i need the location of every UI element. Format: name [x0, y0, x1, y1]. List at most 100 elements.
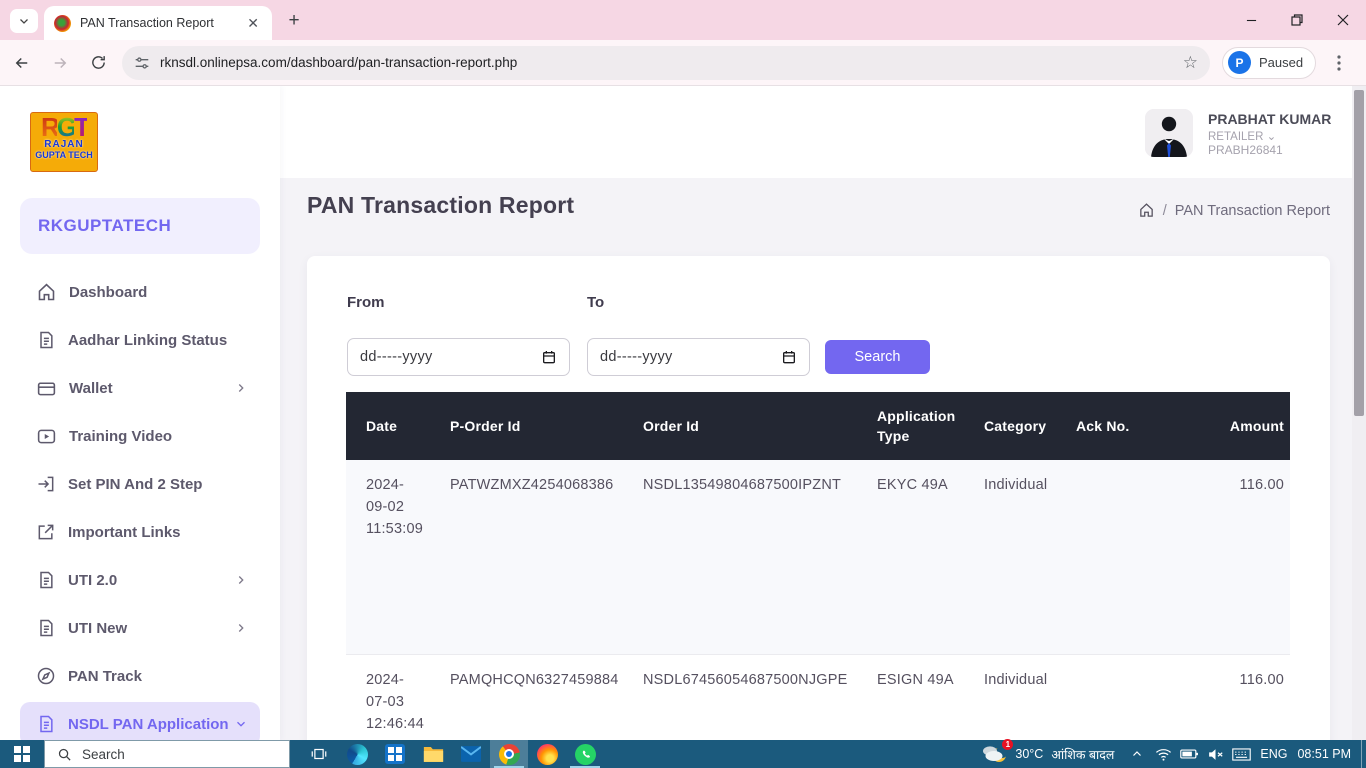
- file-explorer-button[interactable]: [414, 740, 452, 768]
- scrollbar-thumb[interactable]: [1354, 90, 1364, 416]
- document-icon: [36, 618, 56, 638]
- to-date-input[interactable]: dd-----yyyy: [587, 338, 810, 376]
- tab-close-icon[interactable]: ✕: [244, 15, 262, 32]
- mail-button[interactable]: [452, 740, 490, 768]
- taskbar-search[interactable]: Search: [44, 740, 290, 768]
- browser-tab[interactable]: PAN Transaction Report ✕: [44, 6, 272, 40]
- task-view-icon: [310, 745, 328, 763]
- start-button[interactable]: [0, 740, 44, 768]
- table-row: 2024-07-03 12:46:44 PAMQHCQN6327459884 N…: [346, 655, 1290, 740]
- sidebar-item-dashboard[interactable]: Dashboard: [20, 270, 260, 314]
- search-button[interactable]: Search: [825, 340, 930, 374]
- url-bar[interactable]: rknsdl.onlinepsa.com/dashboard/pan-trans…: [122, 46, 1210, 80]
- profile-chip[interactable]: P Paused: [1222, 47, 1316, 79]
- user-profile[interactable]: PRABHAT KUMAR RETAILER ⌄ PRABH26841: [1130, 86, 1352, 178]
- close-button[interactable]: [1320, 0, 1366, 40]
- wallet-icon: [36, 378, 57, 399]
- sidebar-item-training-video[interactable]: Training Video: [20, 414, 260, 458]
- document-icon: [36, 714, 56, 734]
- mail-icon: [461, 746, 481, 762]
- battery-icon[interactable]: [1176, 740, 1202, 768]
- whatsapp-button[interactable]: [566, 740, 604, 768]
- col-amount: Amount: [1214, 416, 1290, 436]
- back-icon[interactable]: [6, 47, 38, 79]
- new-tab-button[interactable]: +: [282, 9, 306, 33]
- site-favicon: [54, 15, 71, 32]
- task-view-button[interactable]: [300, 740, 338, 768]
- sidebar-item-uti-2-0[interactable]: UTI 2.0: [20, 558, 260, 602]
- page-title: PAN Transaction Report: [307, 192, 574, 219]
- tab-search-chevron-icon[interactable]: [10, 9, 38, 33]
- compass-icon: [36, 666, 56, 686]
- store-button[interactable]: [376, 740, 414, 768]
- system-tray: 1 30°C आंशिक बादल ENG 08:51 PM: [981, 740, 1366, 768]
- tray-expand-chevron-icon[interactable]: [1124, 740, 1150, 768]
- firefox-icon: [537, 744, 558, 765]
- col-ack-no: Ack No.: [1056, 416, 1214, 436]
- user-role[interactable]: RETAILER ⌄: [1208, 129, 1276, 143]
- reload-icon[interactable]: [82, 47, 114, 79]
- document-icon: [36, 570, 56, 590]
- forward-icon[interactable]: [44, 47, 76, 79]
- show-desktop-button[interactable]: [1361, 740, 1366, 768]
- web-page: PRABHAT KUMAR RETAILER ⌄ PRABH26841 RGT …: [0, 86, 1366, 740]
- chrome-button[interactable]: [490, 740, 528, 768]
- screen: PAN Transaction Report ✕ +: [0, 0, 1366, 768]
- weather-icon[interactable]: 1: [981, 742, 1011, 766]
- user-avatar: [1145, 109, 1193, 157]
- from-date-input[interactable]: dd-----yyyy: [347, 338, 570, 376]
- minimize-button[interactable]: [1228, 0, 1274, 40]
- brand-monogram: RGT: [31, 114, 97, 140]
- org-banner: RKGUPTATECH: [20, 198, 260, 254]
- org-name: RKGUPTATECH: [38, 216, 171, 236]
- volume-muted-icon[interactable]: [1202, 740, 1228, 768]
- chevron-right-icon: [234, 381, 248, 395]
- url-text[interactable]: rknsdl.onlinepsa.com/dashboard/pan-trans…: [160, 55, 1183, 70]
- col-p-order-id: P-Order Id: [430, 416, 623, 436]
- calendar-icon[interactable]: [541, 349, 557, 365]
- notification-badge: 1: [1002, 739, 1013, 750]
- restore-button[interactable]: [1274, 0, 1320, 40]
- language-indicator[interactable]: ENG: [1260, 747, 1287, 761]
- profile-avatar: P: [1228, 51, 1251, 74]
- sidebar-item-aadhar-linking-status[interactable]: Aadhar Linking Status: [20, 318, 260, 362]
- video-icon: [36, 426, 57, 447]
- touch-keyboard-icon[interactable]: [1228, 740, 1254, 768]
- sidebar-item-nsdl-pan-application[interactable]: NSDL PAN Application: [20, 702, 260, 740]
- external-link-icon: [36, 522, 56, 542]
- weather-temp[interactable]: 30°C: [1015, 747, 1043, 761]
- profile-status-label: Paused: [1259, 55, 1303, 70]
- weather-desc[interactable]: आंशिक बादल: [1051, 746, 1114, 763]
- col-application-type: Application Type: [857, 406, 964, 447]
- to-label: To: [587, 294, 604, 311]
- breadcrumb-home-icon[interactable]: [1138, 202, 1155, 219]
- chevron-right-icon: [234, 573, 248, 587]
- wifi-icon[interactable]: [1150, 740, 1176, 768]
- folder-icon: [423, 745, 444, 763]
- sidebar-item-set-pin[interactable]: Set PIN And 2 Step: [20, 462, 260, 506]
- page-scrollbar[interactable]: [1352, 86, 1366, 740]
- clock[interactable]: 08:51 PM: [1297, 747, 1351, 761]
- document-icon: [36, 330, 56, 350]
- sidebar-item-uti-new[interactable]: UTI New: [20, 606, 260, 650]
- edge-icon: [347, 744, 368, 765]
- bookmark-star-icon[interactable]: ☆: [1183, 53, 1198, 73]
- sidebar-item-wallet[interactable]: Wallet: [20, 366, 260, 410]
- brand-logo[interactable]: RGT RAJAN GUPTA TECH: [30, 112, 98, 172]
- sidebar-item-pan-track[interactable]: PAN Track: [20, 654, 260, 698]
- edge-button[interactable]: [338, 740, 376, 768]
- home-icon: [36, 282, 57, 303]
- login-icon: [36, 474, 56, 494]
- brand-line2: GUPTA TECH: [31, 150, 97, 161]
- firefox-button[interactable]: [528, 740, 566, 768]
- col-category: Category: [964, 416, 1056, 436]
- transaction-table: Date P-Order Id Order Id Application Typ…: [346, 392, 1290, 740]
- breadcrumb: / PAN Transaction Report: [1138, 202, 1330, 219]
- user-id: PRABH26841: [1208, 143, 1283, 157]
- sidebar-item-important-links[interactable]: Important Links: [20, 510, 260, 554]
- calendar-icon[interactable]: [781, 349, 797, 365]
- windows-logo-icon: [14, 746, 30, 762]
- store-icon: [385, 744, 405, 764]
- chevron-down-icon: [234, 717, 248, 731]
- browser-menu-icon[interactable]: [1324, 48, 1354, 78]
